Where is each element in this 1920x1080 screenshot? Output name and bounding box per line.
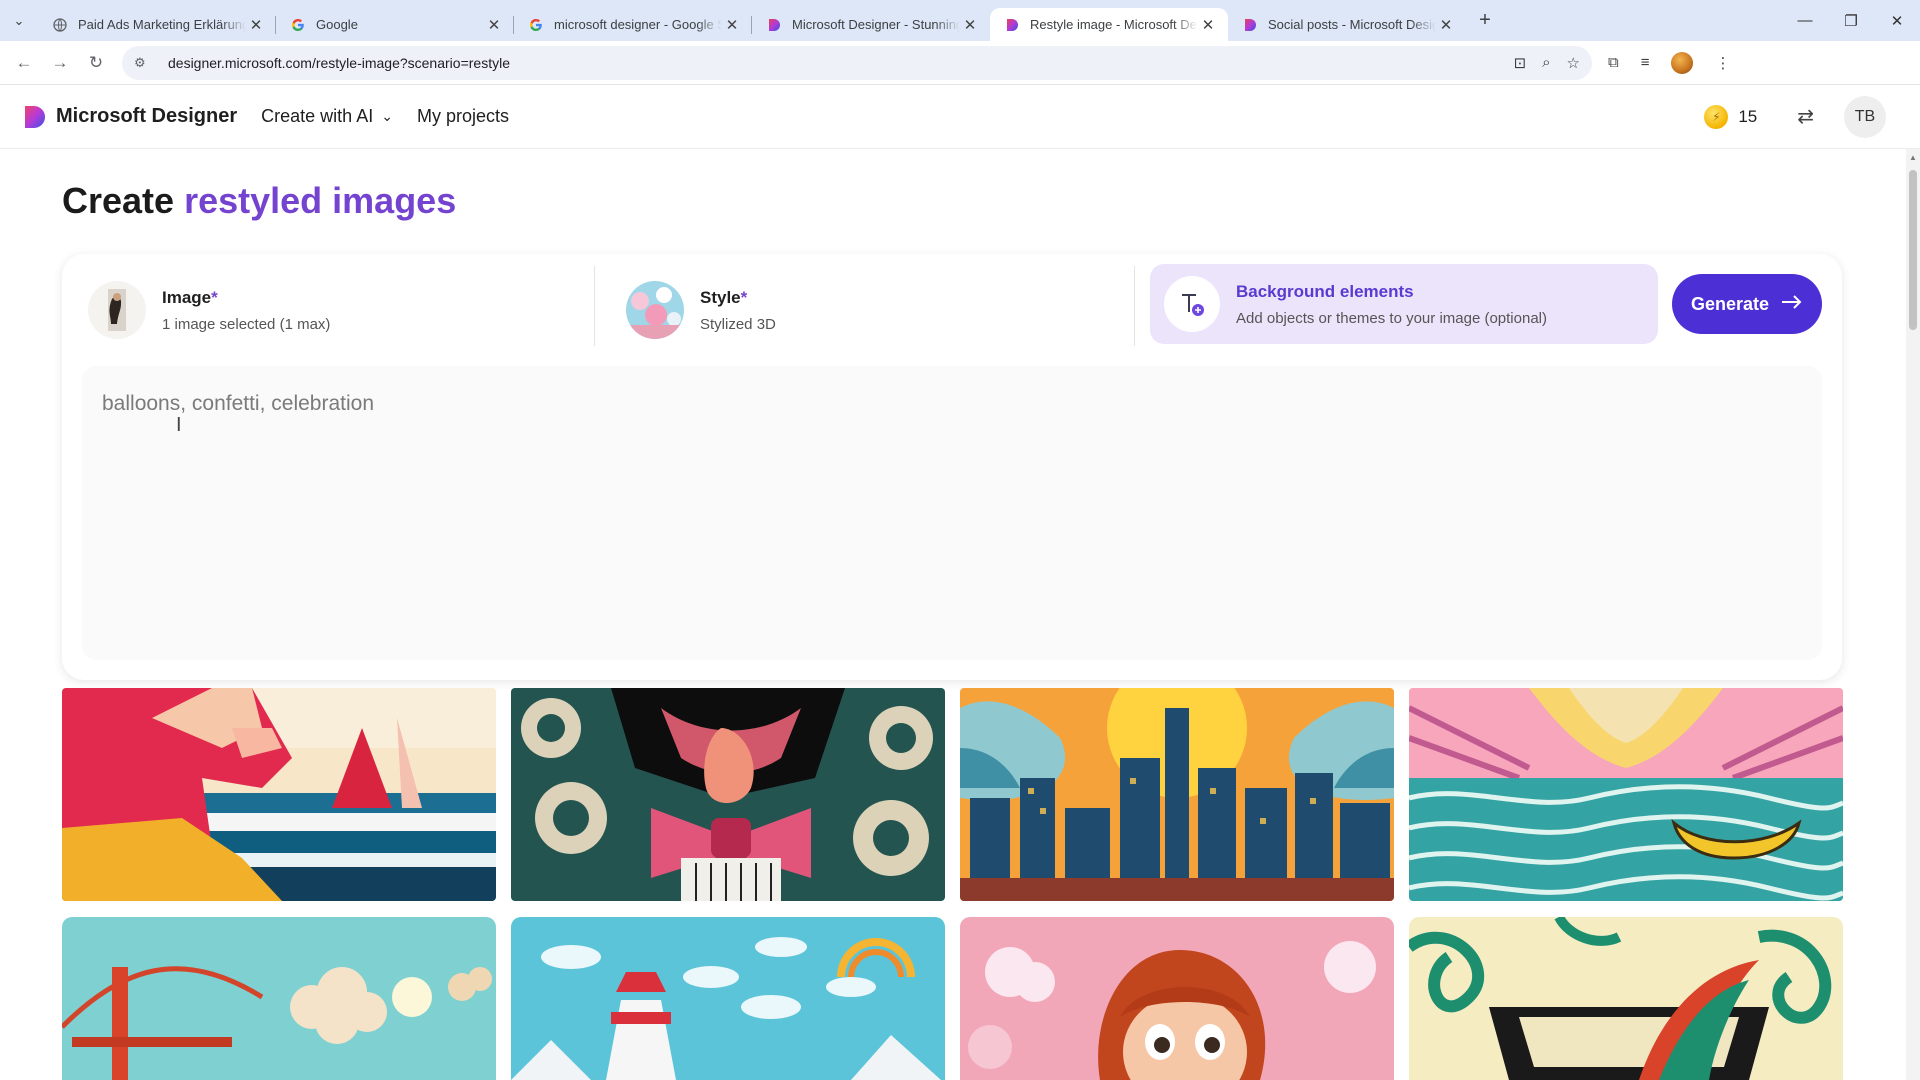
generate-label: Generate	[1690, 293, 1770, 314]
style-thumbnail	[626, 281, 684, 339]
restyle-panel: Image* 1 image selected (1 max) Style* S…	[62, 254, 1842, 680]
designer-icon	[766, 17, 782, 33]
browser-tab-strip: ⌄ Paid Ads Marketing Erklärung ✕ Google …	[0, 0, 1920, 41]
close-tab-icon[interactable]: ✕	[960, 16, 980, 34]
close-tab-icon[interactable]: ✕	[246, 16, 266, 34]
image-option[interactable]: Image* 1 image selected (1 max)	[88, 276, 330, 344]
page-title-prefix: Create	[62, 180, 175, 221]
golden-gate-clouds-tile[interactable]	[62, 917, 496, 1080]
beach-portrait-tile[interactable]	[62, 688, 496, 901]
install-app-icon[interactable]: ⊡	[1514, 54, 1527, 72]
address-bar[interactable]: ⚙ designer.microsoft.com/restyle-image?s…	[122, 45, 1592, 80]
create-with-ai-menu[interactable]: Create with AI ⌄	[261, 106, 393, 127]
browser-profile-avatar[interactable]	[1671, 51, 1694, 74]
tab-search-chevron-icon[interactable]: ⌄	[0, 0, 38, 41]
background-elements-option[interactable]: Background elements Add objects or theme…	[1150, 264, 1658, 344]
style-option-value: Stylized 3D	[700, 315, 776, 333]
window-controls: — ❐ ✕	[1782, 12, 1920, 30]
close-tab-icon[interactable]: ✕	[722, 16, 742, 34]
forward-arrow-icon[interactable]: →	[42, 53, 78, 73]
tab-title: Restyle image - Microsoft Desig	[1030, 17, 1198, 32]
designer-icon	[1242, 17, 1258, 33]
google-icon	[290, 17, 306, 33]
extensions-puzzle-icon[interactable]: ⧉	[1608, 54, 1619, 71]
my-projects-link[interactable]: My projects	[417, 106, 509, 127]
background-elements-hint: Add objects or themes to your image (opt…	[1236, 309, 1547, 327]
page-title-highlight: restyled images	[184, 180, 457, 221]
close-tab-icon[interactable]: ✕	[484, 16, 504, 34]
close-tab-icon[interactable]: ✕	[1198, 16, 1218, 34]
panel-divider	[594, 266, 595, 346]
reload-icon[interactable]: ↻	[78, 53, 114, 73]
generate-button[interactable]: Generate	[1672, 274, 1822, 334]
pop-city-skyline-tile[interactable]	[960, 688, 1394, 901]
panel-divider	[1134, 266, 1135, 346]
redhead-3d-character-tile[interactable]	[960, 917, 1394, 1080]
browser-tab-designer[interactable]: Microsoft Designer - Stunning ✕	[752, 8, 990, 41]
share-icon[interactable]: ⇄	[1797, 104, 1814, 129]
chevron-down-icon: ⌄	[381, 108, 393, 124]
text-cursor-icon: Ι	[176, 414, 182, 436]
scroll-up-arrow-icon[interactable]: ▲	[1909, 153, 1917, 162]
boat-waves-tile[interactable]	[1409, 688, 1843, 901]
inspiration-gallery-row	[62, 688, 1843, 901]
prompt-placeholder-text: balloons, confetti, celebration	[102, 392, 375, 415]
swirl-graffiti-tile[interactable]	[1409, 917, 1843, 1080]
site-settings-icon[interactable]: ⚙	[134, 55, 154, 71]
browser-tab-social-posts[interactable]: Social posts - Microsoft Design ✕	[1228, 8, 1466, 41]
tab-title: Microsoft Designer - Stunning	[792, 17, 960, 32]
browser-tab-google-search[interactable]: microsoft designer - Google Se ✕	[514, 8, 752, 41]
app-header: Microsoft Designer Create with AI ⌄ My p…	[0, 85, 1920, 149]
inspiration-gallery-row	[62, 917, 1843, 1080]
page-title: Create restyled images	[62, 180, 456, 222]
boost-count: 15	[1738, 106, 1758, 126]
background-elements-label: Background elements	[1236, 281, 1414, 301]
scrollbar-thumb[interactable]	[1909, 170, 1917, 330]
paper-lighthouse-tile[interactable]	[511, 917, 945, 1080]
selected-image-thumbnail	[88, 281, 146, 339]
style-option[interactable]: Style* Stylized 3D	[626, 276, 776, 344]
arrow-right-icon	[1781, 294, 1803, 315]
create-with-ai-label: Create with AI	[261, 106, 374, 126]
url-text: designer.microsoft.com/restyle-image?sce…	[168, 54, 510, 71]
close-tab-icon[interactable]: ✕	[1436, 16, 1456, 34]
google-icon	[528, 17, 544, 33]
bookmark-star-icon[interactable]: ☆	[1567, 54, 1580, 72]
boost-coin-icon[interactable]: ⚡	[1704, 104, 1729, 129]
designer-logo-icon[interactable]	[22, 104, 46, 130]
browser-menu-icon[interactable]: ⋮	[1715, 54, 1730, 72]
browser-toolbar: ← → ↻ ⚙ designer.microsoft.com/restyle-i…	[0, 41, 1920, 85]
designer-icon	[1004, 17, 1020, 33]
browser-tab-restyle-active[interactable]: Restyle image - Microsoft Desig ✕	[990, 8, 1228, 41]
bowtie-pop-art-tile[interactable]	[511, 688, 945, 901]
globe-icon	[52, 17, 68, 33]
restore-icon[interactable]: ❐	[1828, 12, 1874, 30]
style-option-label: Style*	[700, 287, 748, 307]
user-avatar[interactable]: TB	[1844, 95, 1886, 138]
new-tab-plus-icon[interactable]: +	[1470, 9, 1500, 32]
tab-title: Paid Ads Marketing Erklärung	[78, 17, 246, 32]
minimize-icon[interactable]: —	[1782, 12, 1828, 30]
tab-title: Google	[316, 17, 358, 32]
browser-tab-google[interactable]: Google ✕	[276, 8, 514, 41]
brand-name[interactable]: Microsoft Designer	[56, 105, 237, 128]
tab-title: Social posts - Microsoft Design	[1268, 17, 1436, 32]
back-arrow-icon[interactable]: ←	[6, 53, 42, 73]
image-option-status: 1 image selected (1 max)	[162, 315, 331, 333]
browser-tab-paid-ads[interactable]: Paid Ads Marketing Erklärung ✕	[38, 8, 276, 41]
close-window-icon[interactable]: ✕	[1874, 12, 1920, 30]
tab-title: microsoft designer - Google Se	[554, 17, 722, 32]
media-controls-icon[interactable]: ≡	[1641, 54, 1650, 71]
my-projects-label: My projects	[416, 106, 509, 126]
add-text-element-icon	[1164, 276, 1220, 332]
image-option-label: Image*	[162, 287, 218, 307]
prompt-textarea[interactable]: balloons, confetti, celebration	[82, 366, 1822, 660]
zoom-icon[interactable]: ⌕	[1542, 54, 1550, 72]
